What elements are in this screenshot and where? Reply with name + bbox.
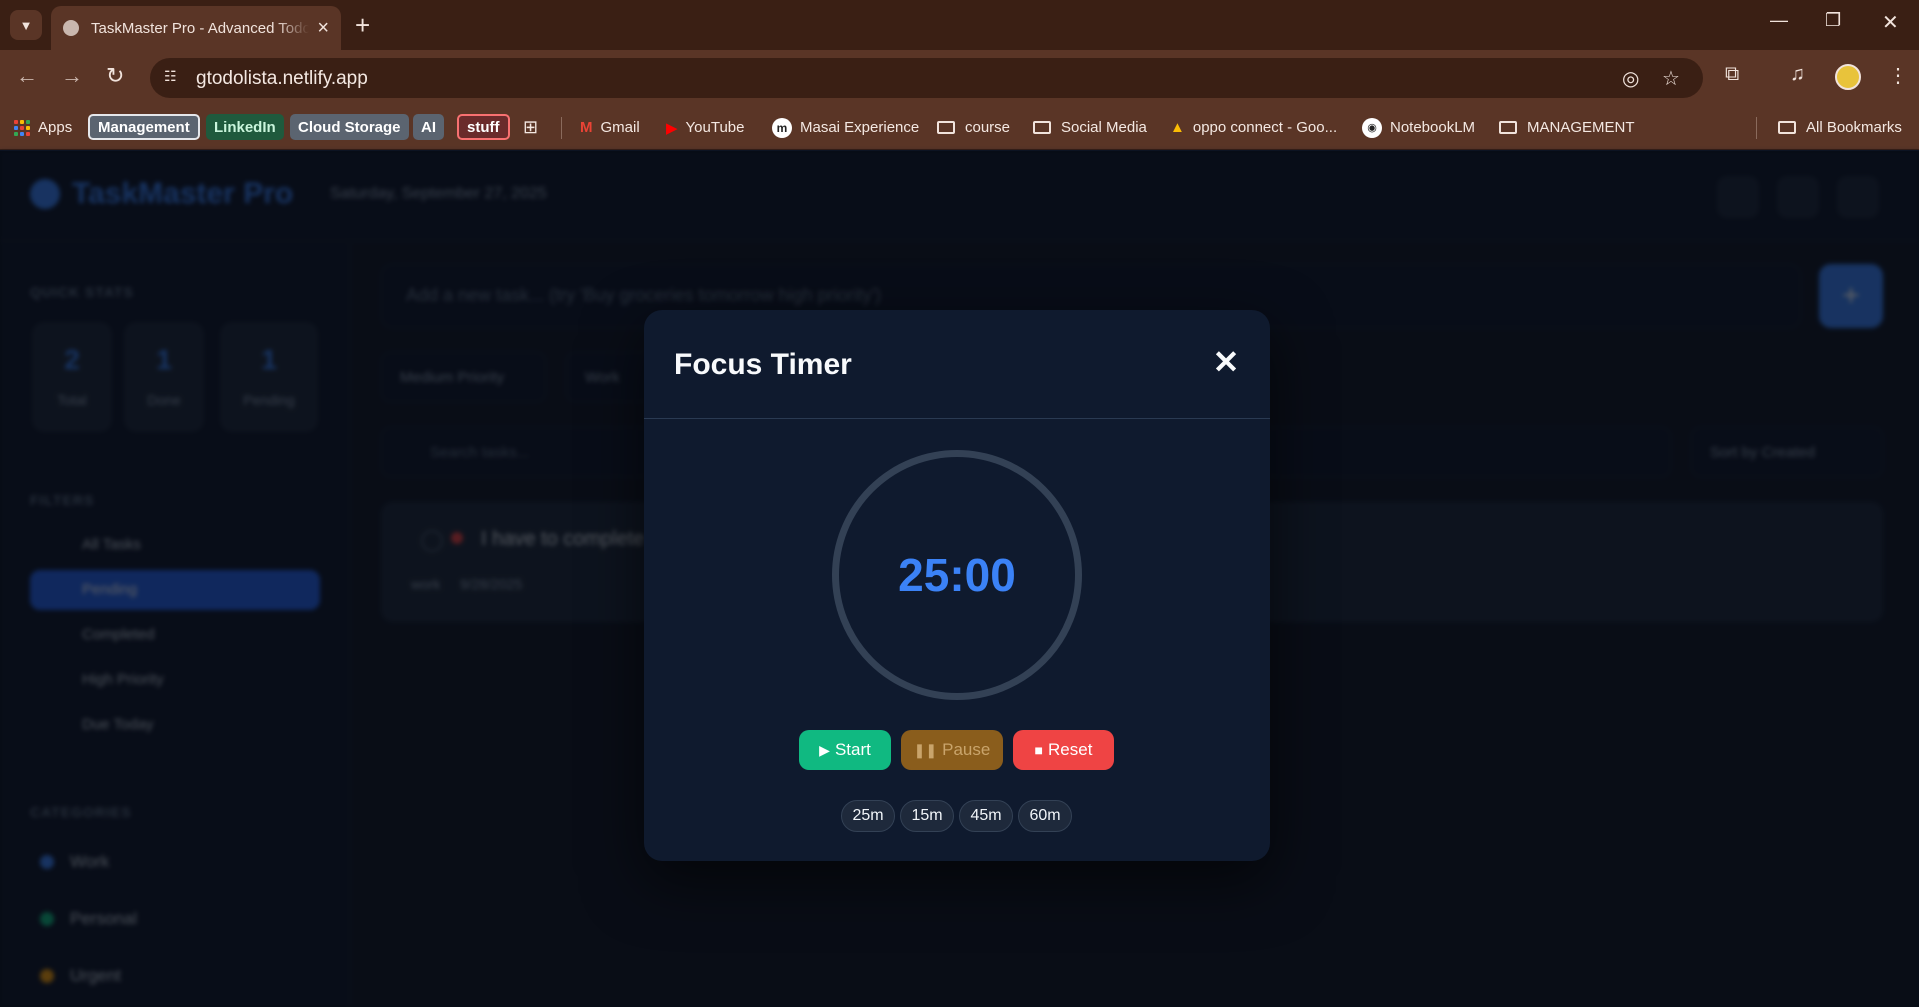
- forward-icon[interactable]: →: [61, 64, 83, 88]
- folder-icon: [1778, 121, 1796, 134]
- bookmark-gmail[interactable]: M Gmail: [580, 115, 640, 140]
- stop-icon: ■: [1034, 742, 1044, 758]
- pause-icon: ❚❚: [913, 741, 938, 758]
- bookmark-management-folder[interactable]: MANAGEMENT: [1499, 115, 1635, 140]
- focus-timer-modal: Focus Timer ✕ 25:00 ▶ Start ❚❚ Pause ■ R…: [644, 310, 1270, 861]
- bookmark-label: Apps: [38, 119, 73, 136]
- start-label: Start: [834, 740, 871, 759]
- bookmark-label: Masai Experience: [800, 119, 920, 136]
- restore-icon[interactable]: ❐: [1825, 10, 1841, 31]
- preset-15m-button[interactable]: 15m: [900, 800, 954, 832]
- site-info-icon[interactable]: ☷: [164, 68, 184, 88]
- bookmark-chip-stuff[interactable]: stuff: [457, 114, 510, 140]
- menu-kebab-icon[interactable]: ⋮: [1888, 63, 1908, 88]
- modal-divider: [644, 418, 1270, 419]
- close-icon[interactable]: ✕: [1210, 346, 1242, 378]
- eye-off-icon[interactable]: ◎: [1622, 66, 1639, 91]
- pause-button[interactable]: ❚❚ Pause: [901, 730, 1003, 770]
- folder-icon: [1499, 121, 1517, 134]
- bookmark-label: course: [965, 119, 1011, 136]
- browser-tab-bar: ▼ TaskMaster Pro - Advanced Todo List × …: [0, 0, 1919, 50]
- modal-title: Focus Timer: [674, 348, 852, 381]
- play-icon: ▶: [819, 741, 830, 758]
- bookmark-oppo-connect[interactable]: ▲ oppo connect - Goo...: [1170, 115, 1337, 140]
- tab-close-icon[interactable]: ×: [317, 17, 329, 40]
- bookmark-chip-cloud-storage[interactable]: Cloud Storage: [290, 114, 409, 140]
- bookmark-label: NotebookLM: [1390, 119, 1476, 136]
- back-icon[interactable]: ←: [16, 64, 38, 88]
- bookmark-youtube[interactable]: ▶ YouTube: [666, 115, 745, 140]
- bookmarks-bar: Apps Management LinkedIn Cloud Storage A…: [0, 105, 1919, 150]
- reload-icon[interactable]: ↻: [106, 64, 124, 88]
- media-control-icon[interactable]: ♫: [1790, 63, 1805, 86]
- bookmark-label: YouTube: [685, 119, 745, 136]
- bookmark-chip-linkedin[interactable]: LinkedIn: [206, 114, 284, 140]
- bookmark-label: All Bookmarks: [1806, 119, 1902, 136]
- minimize-icon[interactable]: —: [1770, 10, 1788, 31]
- chevron-down-icon: ▼: [19, 17, 33, 33]
- bookmark-separator: [561, 117, 562, 139]
- bookmark-separator: [1756, 117, 1757, 139]
- star-icon[interactable]: ☆: [1662, 66, 1680, 91]
- apps-grid-icon: [14, 119, 30, 136]
- youtube-icon: ▶: [666, 119, 678, 137]
- bookmark-label: oppo connect - Goo...: [1192, 119, 1338, 136]
- globe-icon: [63, 20, 79, 36]
- bookmark-course[interactable]: course: [937, 115, 1010, 140]
- bookmark-label: Social Media: [1061, 119, 1147, 136]
- preset-25m-button[interactable]: 25m: [841, 800, 895, 832]
- gmail-icon: M: [580, 119, 593, 136]
- bookmark-notebooklm[interactable]: ◉ NotebookLM: [1362, 115, 1475, 140]
- pause-label: Pause: [942, 740, 991, 759]
- new-tab-button[interactable]: +: [355, 10, 370, 40]
- url-text: gtodolista.netlify.app: [196, 68, 368, 89]
- browser-tab[interactable]: TaskMaster Pro - Advanced Todo List ×: [51, 6, 341, 50]
- bookmark-all-bookmarks[interactable]: All Bookmarks: [1778, 115, 1902, 140]
- google-drive-icon: ▲: [1170, 119, 1185, 136]
- tab-title: TaskMaster Pro - Advanced Todo List: [91, 19, 310, 37]
- masai-icon: m: [772, 117, 792, 138]
- bookmark-social-media[interactable]: Social Media: [1033, 115, 1147, 140]
- reset-button[interactable]: ■ Reset: [1013, 730, 1114, 770]
- bookmark-label: MANAGEMENT: [1527, 119, 1635, 136]
- start-button[interactable]: ▶ Start: [799, 730, 891, 770]
- window-close-icon[interactable]: ✕: [1882, 10, 1899, 35]
- tab-groups-icon[interactable]: ⊞: [523, 115, 538, 140]
- folder-icon: [1033, 121, 1051, 134]
- bookmark-apps[interactable]: Apps: [14, 115, 72, 140]
- tab-search-button[interactable]: ▼: [10, 10, 42, 40]
- reset-label: Reset: [1048, 740, 1093, 759]
- profile-avatar[interactable]: [1835, 64, 1861, 90]
- timer-progress-ring: 25:00: [832, 450, 1082, 700]
- browser-toolbar: ← → ↻ ☷ gtodolista.netlify.app ◎ ☆ ⧉ ♫ ⋮: [0, 50, 1919, 105]
- folder-icon: [937, 121, 955, 134]
- timer-display: 25:00: [898, 549, 1016, 601]
- bookmark-chip-management[interactable]: Management: [88, 114, 200, 140]
- bookmark-masai[interactable]: m Masai Experience: [772, 115, 919, 140]
- bookmark-chip-ai[interactable]: AI: [413, 114, 444, 140]
- preset-60m-button[interactable]: 60m: [1018, 800, 1072, 832]
- preset-45m-button[interactable]: 45m: [959, 800, 1013, 832]
- address-bar[interactable]: ☷ gtodolista.netlify.app ◎ ☆: [150, 58, 1703, 98]
- extensions-icon[interactable]: ⧉: [1725, 63, 1739, 86]
- notebooklm-icon: ◉: [1362, 117, 1382, 138]
- bookmark-label: Gmail: [600, 119, 640, 136]
